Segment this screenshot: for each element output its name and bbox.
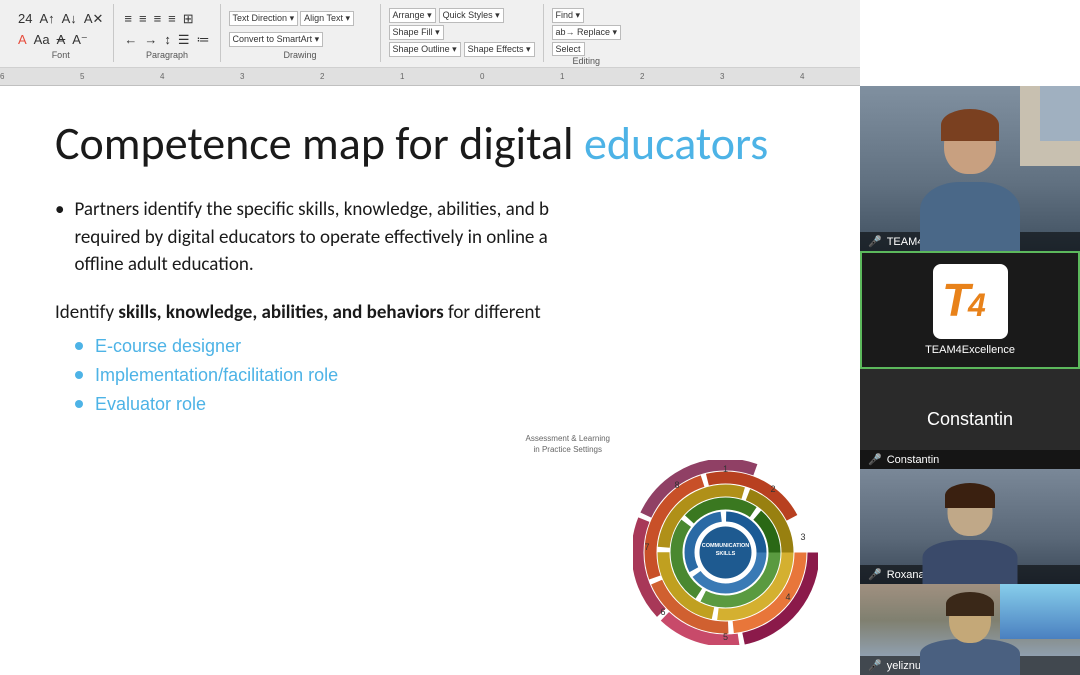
t4-logo-svg: T 4	[940, 274, 1000, 329]
ruler-mark: 4	[800, 72, 804, 81]
blue-bullet-label-1: E-course designer	[95, 336, 241, 357]
select-btn[interactable]: Select	[552, 42, 585, 56]
blue-bullet-2: Implementation/facilitation role	[75, 365, 810, 386]
ruler-mark: 0	[480, 72, 484, 81]
align-text-btn[interactable]: Align Text ▾	[300, 11, 354, 26]
svg-text:SKILLS: SKILLS	[716, 551, 736, 557]
line-spacing[interactable]: ↕	[162, 31, 173, 48]
bullet-text: Partners identify the specific skills, k…	[74, 196, 549, 279]
participant-label-3: Constantin	[887, 454, 940, 466]
ring-diagram-svg: COMMUNICATION SKILLS 1 2 3 4 5 6 7 8	[633, 460, 818, 645]
blue-bullet-1: E-course designer	[75, 336, 810, 357]
bullets[interactable]: ☰	[176, 31, 192, 49]
small-label-line2: in Practice Settings	[526, 445, 611, 455]
slide-area: Competence map for digital educators • P…	[0, 86, 860, 675]
svg-text:2: 2	[770, 484, 775, 494]
strikethrough[interactable]: A	[55, 31, 68, 48]
editing-group-label: Editing	[552, 56, 622, 68]
paragraph-group-label: Paragraph	[122, 50, 211, 62]
text-direction-btn[interactable]: Text Direction ▾	[229, 11, 299, 26]
ruler-mark: 5	[80, 72, 84, 81]
participant-tile-4: 🎤 Roxana Andrei T4E	[860, 469, 1080, 584]
small-label-line1: Assessment & Learning	[526, 434, 611, 444]
participant-tile-1: 🎤 TEAM4Excellence	[860, 86, 1080, 251]
editing-group: Find ▾ ab→ Replace ▾ Select Editing	[544, 4, 630, 62]
highlight[interactable]: Aa	[32, 31, 52, 48]
indent-dec[interactable]: ←	[122, 31, 139, 48]
ruler-mark: 3	[720, 72, 724, 81]
svg-text:4: 4	[785, 592, 790, 602]
svg-text:6: 6	[660, 607, 665, 617]
svg-text:4: 4	[967, 287, 986, 323]
svg-text:7: 7	[644, 542, 649, 552]
blue-dot-3	[75, 400, 83, 408]
drawing-group: Text Direction ▾ Align Text ▾ Convert to…	[221, 4, 381, 62]
paragraph-group: ≡ ≡ ≡ ≡ ⊞ ← → ↕ ☰ ≔ Paragraph	[114, 4, 220, 62]
identify-bold: skills, knowledge, abilities, and behavi…	[118, 301, 443, 324]
numbering[interactable]: ≔	[195, 31, 212, 49]
identify-line: Identify skills, knowledge, abilities, a…	[55, 301, 810, 324]
shape-fill-btn[interactable]: Shape Fill ▾	[389, 25, 444, 40]
ruler-mark: 1	[400, 72, 404, 81]
participant-tile-5: 🎤 yeliznur@gmail.com	[860, 584, 1080, 675]
identify-prefix: Identify	[55, 301, 118, 324]
participant-name-3: 🎤 Constantin	[860, 450, 1080, 469]
slide-title: Competence map for digital educators	[55, 116, 810, 172]
svg-text:COMMUNICATION: COMMUNICATION	[702, 543, 750, 549]
arrange-group: Arrange ▾ Quick Styles ▾ Shape Fill ▾ Sh…	[381, 4, 544, 62]
participant-display-name: Constantin	[927, 409, 1013, 430]
ring-diagram-container: COMMUNICATION SKILLS 1 2 3 4 5 6 7 8	[633, 460, 818, 650]
title-highlight: educators	[584, 116, 768, 172]
mic-muted-icon-5: 🎤	[868, 659, 882, 672]
ruler-mark: 3	[240, 72, 244, 81]
shape-effects-btn[interactable]: Shape Effects ▾	[464, 42, 535, 57]
mic-muted-icon-1: 🎤	[868, 235, 882, 248]
main-area: Competence map for digital educators • P…	[0, 86, 1080, 675]
blue-dot-1	[75, 342, 83, 350]
ruler-mark: 1	[560, 72, 564, 81]
blue-bullet-3: Evaluator role	[75, 394, 810, 415]
video-panel: 🎤 TEAM4Excellence T 4 TEAM4Excellence Co…	[860, 86, 1080, 675]
indent-inc[interactable]: →	[142, 31, 159, 48]
font-group: 24 A↑ A↓ A✕ A Aa A A⁻ Font	[8, 4, 114, 62]
svg-text:1: 1	[723, 464, 728, 474]
shape-outline-btn[interactable]: Shape Outline ▾	[389, 42, 461, 57]
blue-dot-2	[75, 371, 83, 379]
svg-text:3: 3	[800, 532, 805, 542]
ruler: 6 5 4 3 2 1 0 1 2 3 4	[0, 68, 860, 86]
convert-smartart-btn[interactable]: Convert to SmartArt ▾	[229, 32, 324, 47]
mic-muted-icon-3: 🎤	[868, 453, 882, 466]
participant-tile-2: T 4 TEAM4Excellence	[860, 251, 1080, 369]
participant-label-2: TEAM4Excellence	[925, 344, 1015, 356]
small-label: Assessment & Learning in Practice Settin…	[526, 434, 611, 455]
ruler-mark: 4	[160, 72, 164, 81]
ruler-mark: 2	[640, 72, 644, 81]
participant-tile-3: Constantin 🎤 Constantin	[860, 369, 1080, 469]
replace-btn[interactable]: ab→ Replace ▾	[552, 25, 622, 40]
blue-bullet-label-2: Implementation/facilitation role	[95, 365, 338, 386]
font-group-label: Font	[16, 50, 105, 62]
shadow-text[interactable]: A⁻	[70, 31, 90, 49]
svg-text:8: 8	[674, 480, 679, 490]
drawing-group-label: Drawing	[229, 50, 372, 62]
bullet-1: • Partners identify the specific skills,…	[55, 196, 810, 279]
t4-logo-box: T 4	[933, 264, 1008, 339]
toolbar: 24 A↑ A↓ A✕ A Aa A A⁻ Font ≡ ≡ ≡ ≡ ⊞	[0, 0, 860, 68]
blue-bullets: E-course designer Implementation/facilit…	[55, 336, 810, 415]
quick-styles-btn[interactable]: Quick Styles ▾	[439, 8, 504, 23]
ruler-mark: 6	[0, 72, 4, 81]
font-color[interactable]: A	[16, 31, 29, 48]
blue-bullet-label-3: Evaluator role	[95, 394, 206, 415]
arrange-btn[interactable]: Arrange ▾	[389, 8, 436, 23]
svg-text:5: 5	[723, 632, 728, 642]
identify-suffix: for different	[444, 301, 541, 324]
mic-muted-icon-4: 🎤	[868, 568, 882, 581]
ruler-mark: 2	[320, 72, 324, 81]
title-main: Competence map for digital	[55, 116, 584, 172]
find-btn[interactable]: Find ▾	[552, 8, 585, 23]
arrange-group-label	[389, 60, 535, 62]
bullet-symbol: •	[55, 196, 64, 279]
